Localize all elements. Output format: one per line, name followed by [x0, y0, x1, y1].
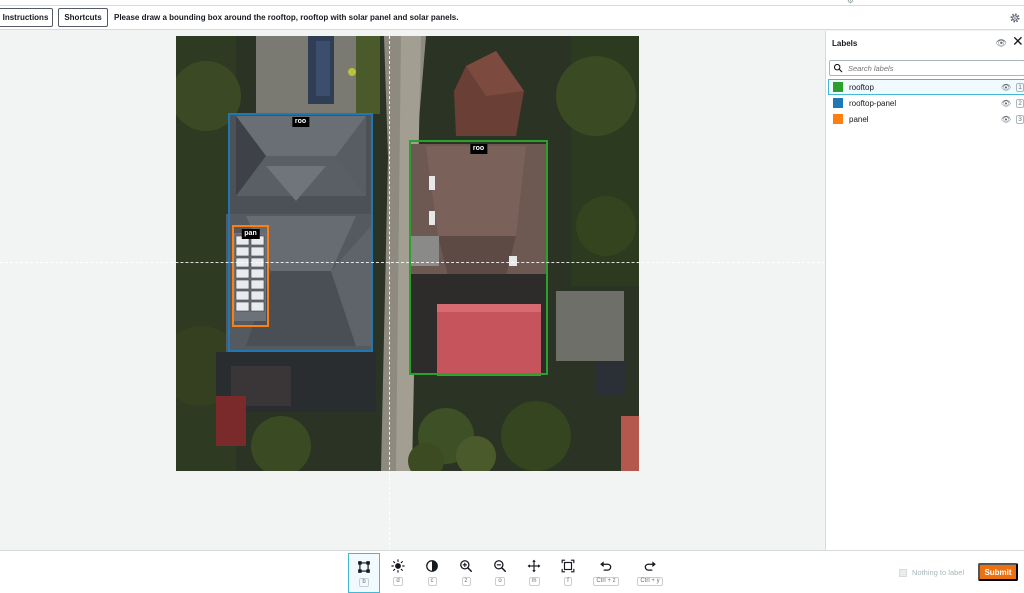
- instructions-button[interactable]: Instructions: [0, 8, 53, 27]
- label-shortcut-key: 2: [1016, 98, 1024, 108]
- tool-shortcut-key: o: [495, 577, 505, 586]
- bounding-box-panel[interactable]: pan: [232, 225, 269, 327]
- annotation-canvas[interactable]: roo roo pan: [0, 31, 825, 550]
- tool-shortcut-key: Ctrl + z: [593, 577, 619, 586]
- checkbox-box[interactable]: [899, 568, 907, 577]
- tool-shortcut-key: c: [427, 577, 437, 586]
- zoom-in-tool[interactable]: z: [450, 553, 482, 593]
- undo-icon: [600, 561, 612, 571]
- label-item-panel[interactable]: panel 👁 3: [828, 111, 1024, 127]
- settings-mini-icon: ⚙: [846, 0, 854, 5]
- label-item-rooftop-panel[interactable]: rooftop-panel 👁 2: [828, 95, 1024, 111]
- bounding-box-tag: roo: [469, 144, 488, 154]
- task-header: Instructions Shortcuts Please draw a bou…: [0, 6, 1024, 30]
- redo-icon: [644, 561, 656, 571]
- tool-shortcut-key: m: [528, 577, 540, 586]
- task-instructions-text: Please draw a bounding box around the ro…: [114, 13, 459, 22]
- brightness-icon: [391, 559, 405, 573]
- tool-shortcut-key: b: [359, 578, 369, 587]
- close-icon[interactable]: ✕: [1012, 34, 1024, 48]
- label-color-swatch: [833, 82, 843, 92]
- contrast-icon: [426, 560, 438, 572]
- tool-shortcut-key: Ctrl + y: [637, 577, 663, 586]
- bottom-toolbar: b d c z o m f Ctrl + z Ctrl + y Nothing …: [0, 550, 1024, 593]
- labels-panel-title: Labels: [832, 39, 858, 48]
- submit-button[interactable]: Submit: [978, 563, 1018, 581]
- search-labels-box[interactable]: [829, 60, 1024, 76]
- shortcuts-button[interactable]: Shortcuts: [58, 8, 108, 27]
- zoom-in-icon: [460, 560, 473, 573]
- label-color-swatch: [833, 98, 843, 108]
- gear-icon[interactable]: [1009, 12, 1021, 24]
- undo-tool[interactable]: Ctrl + z: [590, 553, 622, 593]
- label-name: rooftop-panel: [849, 98, 897, 108]
- label-shortcut-key: 1: [1016, 82, 1024, 92]
- move-tool[interactable]: m: [518, 553, 550, 593]
- bounding-box-tag: roo: [291, 117, 310, 127]
- search-icon: [833, 63, 843, 73]
- bounding-box-icon: [358, 561, 370, 573]
- search-labels-input[interactable]: [848, 62, 1018, 74]
- eye-icon[interactable]: 👁: [1001, 83, 1011, 92]
- labels-panel: Labels 👁 ✕ rooftop 👁 1 rooftop-panel 👁 2…: [825, 31, 1024, 550]
- tool-shortcut-key: z: [461, 577, 471, 586]
- tool-shortcut-key: f: [564, 577, 572, 586]
- label-name: panel: [849, 114, 869, 124]
- nothing-to-label-checkbox[interactable]: Nothing to label: [899, 568, 964, 577]
- nothing-to-label-text: Nothing to label: [912, 568, 965, 577]
- contrast-tool[interactable]: c: [416, 553, 448, 593]
- move-icon: [527, 559, 541, 573]
- eye-icon[interactable]: 👁: [1001, 115, 1011, 124]
- label-list: rooftop 👁 1 rooftop-panel 👁 2 panel 👁 3: [828, 79, 1024, 127]
- bounding-box-rooftop[interactable]: roo: [409, 140, 548, 375]
- bounding-box-tag: pan: [241, 229, 260, 239]
- label-shortcut-key: 3: [1016, 114, 1024, 124]
- label-name: rooftop: [849, 82, 874, 92]
- redo-tool[interactable]: Ctrl + y: [634, 553, 666, 593]
- tool-shortcut-key: d: [393, 577, 403, 586]
- label-color-swatch: [833, 114, 843, 124]
- bounding-box-tool[interactable]: b: [348, 553, 380, 593]
- aerial-image[interactable]: roo roo pan: [176, 36, 639, 471]
- fit-screen-tool[interactable]: f: [552, 553, 584, 593]
- eye-icon[interactable]: 👁: [996, 38, 1007, 49]
- zoom-out-icon: [494, 560, 507, 573]
- eye-icon[interactable]: 👁: [1001, 99, 1011, 108]
- brightness-tool[interactable]: d: [382, 553, 414, 593]
- fit-screen-icon: [561, 559, 575, 573]
- zoom-out-tool[interactable]: o: [484, 553, 516, 593]
- label-item-rooftop[interactable]: rooftop 👁 1: [828, 79, 1024, 95]
